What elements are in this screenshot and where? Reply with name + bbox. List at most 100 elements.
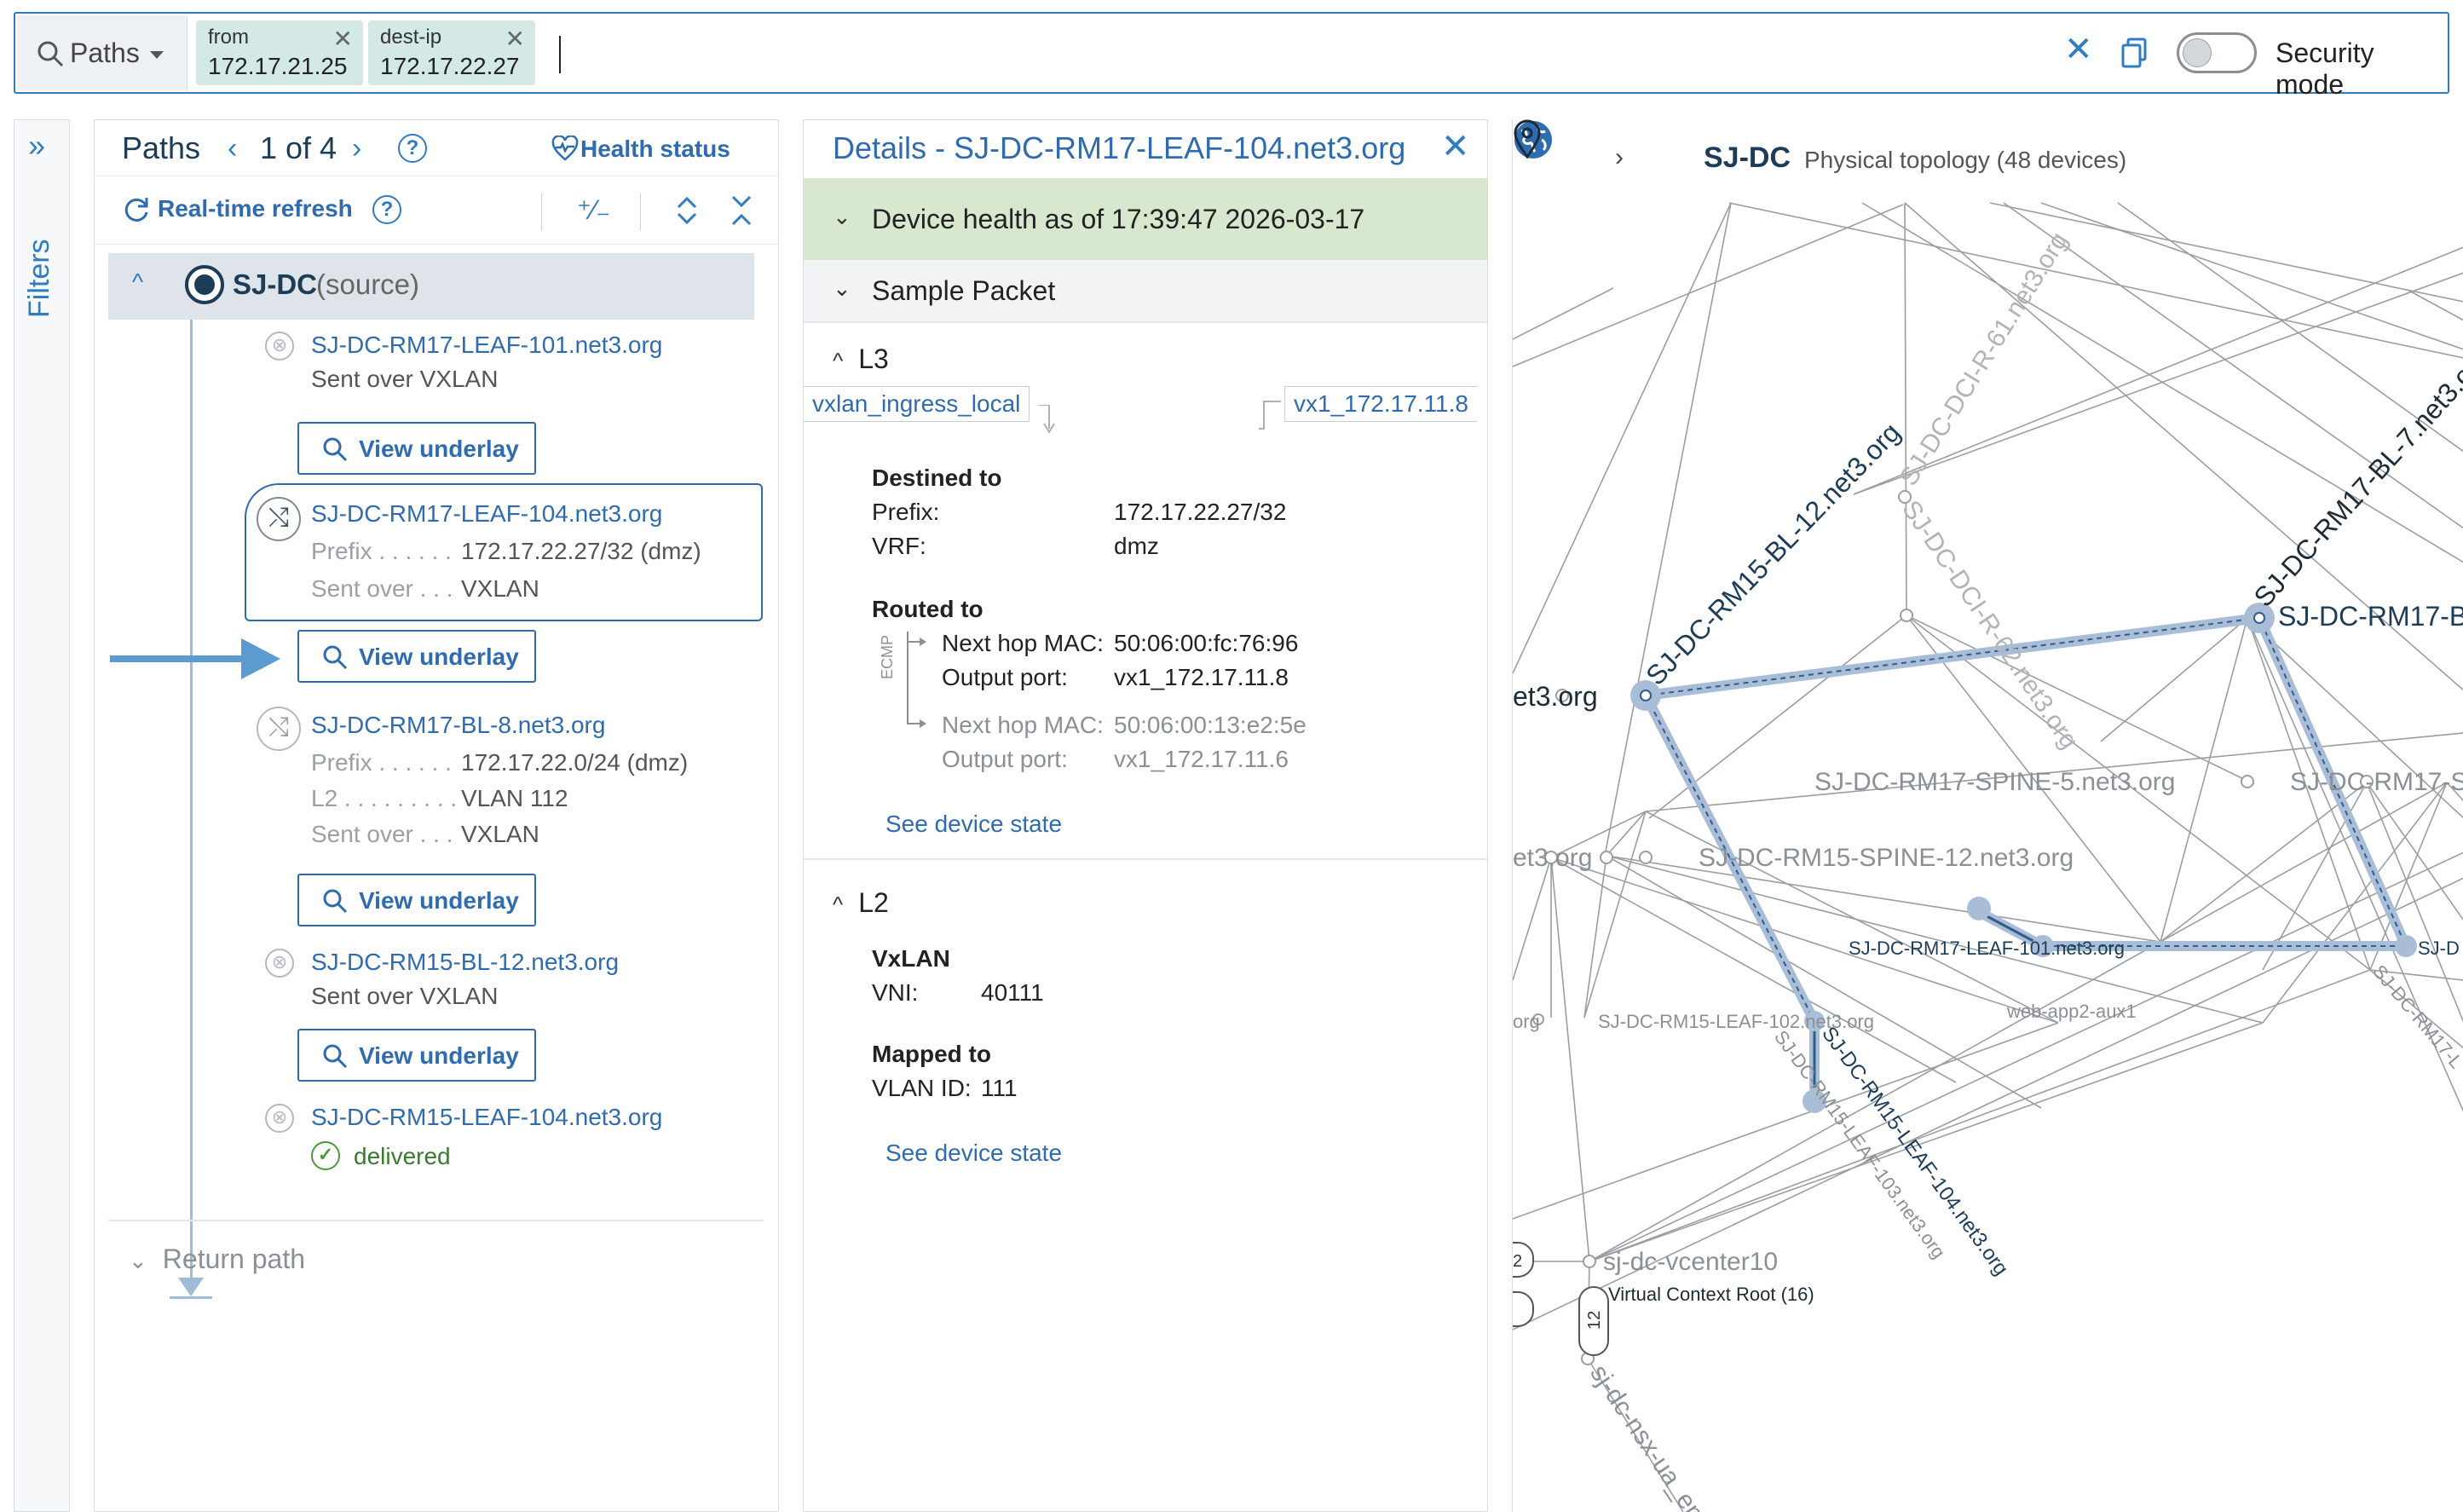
divider xyxy=(108,1220,763,1221)
vni-value: 40111 xyxy=(981,979,1044,1006)
l2-label: L2 xyxy=(858,887,889,918)
label: Sent over . . . xyxy=(311,575,453,602)
view-underlay-button[interactable]: View underlay xyxy=(297,630,536,683)
mapped-to-heading: Mapped to xyxy=(872,1041,991,1067)
clear-search-icon[interactable]: ✕ xyxy=(2064,32,2093,66)
vrf-label: VRF: xyxy=(872,533,926,559)
topology-subtitle: Physical topology (48 devices) xyxy=(1804,147,2127,173)
help-icon[interactable]: ? xyxy=(372,195,401,224)
l3-section-header[interactable]: ^ L3 xyxy=(833,343,889,375)
expand-collapse-detail-icon[interactable]: ⁺⁄₋ xyxy=(577,193,610,226)
destined-to-heading: Destined to xyxy=(872,465,1002,491)
hop-device-link[interactable]: SJ-DC-RM17-LEAF-101.net3.org xyxy=(311,332,662,359)
site-name[interactable]: SJ-DC xyxy=(1704,141,1791,175)
see-device-state-link[interactable]: See device state xyxy=(885,1140,1062,1167)
source-suffix: (source) xyxy=(316,268,420,300)
ecmp-bracket xyxy=(907,632,926,728)
source-row[interactable]: ^ SJ-DC (source) xyxy=(108,253,754,320)
expand-all-icon[interactable] xyxy=(676,193,698,228)
badge-label: 2 xyxy=(1513,1252,1522,1271)
title-prefix: Details - xyxy=(833,130,955,165)
search-bar[interactable]: Paths from 172.17.21.25 ✕ dest-ip 172.17… xyxy=(14,12,2449,100)
help-icon[interactable]: ? xyxy=(398,134,427,163)
view-underlay-button[interactable]: View underlay xyxy=(297,874,536,926)
scope-dropdown[interactable]: Paths xyxy=(17,15,187,90)
l2-section-header[interactable]: ^ L2 xyxy=(833,887,889,919)
hop-prefix-label: Prefix . . . . . . xyxy=(311,749,452,776)
details-title: Details - SJ-DC-RM17-LEAF-104.net3.org xyxy=(833,130,1405,166)
vxlan-heading: VxLAN xyxy=(872,945,950,972)
view-underlay-button[interactable]: View underlay xyxy=(297,1029,536,1082)
hop-device-link[interactable]: SJ-DC-RM15-LEAF-104.net3.org xyxy=(311,1104,662,1131)
collapse-all-icon[interactable] xyxy=(730,193,753,228)
badge-label: 12 xyxy=(1585,1311,1604,1330)
hop-sent-over: VXLAN xyxy=(461,821,539,847)
hop-device-link[interactable]: SJ-DC-RM15-BL-12.net3.org xyxy=(311,949,619,976)
next-hop-mac-label: Next hop MAC: xyxy=(942,630,1104,656)
filters-label[interactable]: Filters xyxy=(23,239,56,318)
hop-sent-label: Sent over . . . xyxy=(311,821,453,848)
node-label: et3.org xyxy=(1513,681,1598,712)
node-label: SJ-DC-RM15-LEAF-104.net3.org xyxy=(1817,1023,2013,1280)
hop-device-link[interactable]: SJ-DC-RM17-LEAF-104.net3.org xyxy=(311,500,662,528)
expand-icon[interactable]: » xyxy=(28,130,45,161)
timeline-end xyxy=(170,1296,212,1299)
filter-chip-dest-ip[interactable]: dest-ip 172.17.22.27 ✕ xyxy=(368,20,535,85)
chevron-up-icon[interactable]: ^ xyxy=(132,268,143,296)
return-path-row[interactable]: ⌄ Return path xyxy=(129,1244,305,1275)
node-label: SJ-DC-DCI-R-61.net3.org xyxy=(1895,228,2074,491)
chevron-up-icon: ^ xyxy=(833,892,844,917)
egress-interface[interactable]: vx1_172.17.11.8 xyxy=(1284,386,1477,422)
scope-label: Paths xyxy=(70,38,140,68)
node-label: SJ-DC-RM17-L xyxy=(2368,961,2463,1072)
prev-path-icon[interactable]: ‹ xyxy=(228,132,237,165)
search-icon xyxy=(323,1044,348,1069)
search-input[interactable] xyxy=(559,36,561,73)
switch-icon: ⊗ xyxy=(265,332,294,361)
chevron-up-icon: ^ xyxy=(833,348,844,373)
close-icon[interactable]: ✕ xyxy=(1441,127,1470,166)
hop-device-link[interactable]: SJ-DC-RM17-BL-8.net3.org xyxy=(311,712,605,739)
hop-sent-over: Sent over VXLAN xyxy=(311,983,499,1009)
health-status-link[interactable]: Health status xyxy=(580,136,730,163)
sample-packet-row[interactable]: ⌄ Sample Packet xyxy=(804,260,1487,321)
next-hop-mac: 50:06:00:fc:76:96 xyxy=(1114,630,1299,656)
paths-panel: Paths ‹ 1 of 4 › ? Health status Real-ti… xyxy=(94,119,779,1512)
refresh-icon[interactable] xyxy=(122,195,151,224)
topology-canvas[interactable]: SJ-DC-DCI-R-61.net3.org SJ-DC-RM17-BL-7.… xyxy=(1512,119,2463,1512)
close-icon[interactable]: ✕ xyxy=(333,27,353,51)
topology-graph[interactable]: SJ-DC-DCI-R-61.net3.org SJ-DC-RM17-BL-7.… xyxy=(1513,119,2463,1512)
search-icon xyxy=(323,437,348,462)
hop-l2: VLAN 112 xyxy=(461,785,568,811)
filter-chip-from[interactable]: from 172.17.21.25 ✕ xyxy=(196,20,363,85)
node-label: SJ-DC-RM17-SPINE-5.net3.org xyxy=(1814,768,2175,796)
source-name: SJ-DC xyxy=(233,268,318,300)
prefix-label: Prefix: xyxy=(872,499,940,525)
details-panel: Details - SJ-DC-RM17-LEAF-104.net3.org ✕… xyxy=(803,119,1488,1512)
node-label: web-app2-aux1 xyxy=(2006,1001,2137,1022)
switch-icon: ⊗ xyxy=(265,1104,294,1133)
chip-value: 172.17.21.25 xyxy=(208,53,348,79)
next-path-icon[interactable]: › xyxy=(352,132,361,165)
see-device-state-link[interactable]: See device state xyxy=(885,811,1062,838)
next-hop-mac: 50:06:00:13:e2:5e xyxy=(1114,712,1306,738)
label: Prefix . . . . . . xyxy=(311,749,452,776)
button-label: View underlay xyxy=(359,887,519,914)
l3-label: L3 xyxy=(858,343,889,374)
filters-rail[interactable]: » Filters xyxy=(14,119,70,1512)
view-underlay-button[interactable]: View underlay xyxy=(297,422,536,475)
switch-icon: ⤭ xyxy=(257,707,301,751)
hop-prefix: 172.17.22.0/24 (dmz) xyxy=(461,749,689,776)
heart-pulse-icon xyxy=(551,136,579,161)
node-label: SJ-DC-RM15-BL-12.net3.org xyxy=(1640,417,1906,691)
device-health-row[interactable]: ⌄ Device health as of 17:39:47 2026-03-1… xyxy=(804,178,1487,260)
security-mode-toggle[interactable] xyxy=(2177,32,2257,73)
ingress-interface[interactable]: vxlan_ingress_local xyxy=(804,386,1030,422)
divider xyxy=(541,193,542,231)
copy-icon[interactable] xyxy=(2120,38,2148,68)
close-icon[interactable]: ✕ xyxy=(505,27,525,51)
realtime-refresh-label[interactable]: Real-time refresh xyxy=(158,195,353,222)
node-label: sj-dc-vcenter10 xyxy=(1603,1248,1778,1276)
search-icon xyxy=(37,41,64,67)
node-label: SJ-DC-RM15-SPINE-12.net3.org xyxy=(1699,844,2074,872)
